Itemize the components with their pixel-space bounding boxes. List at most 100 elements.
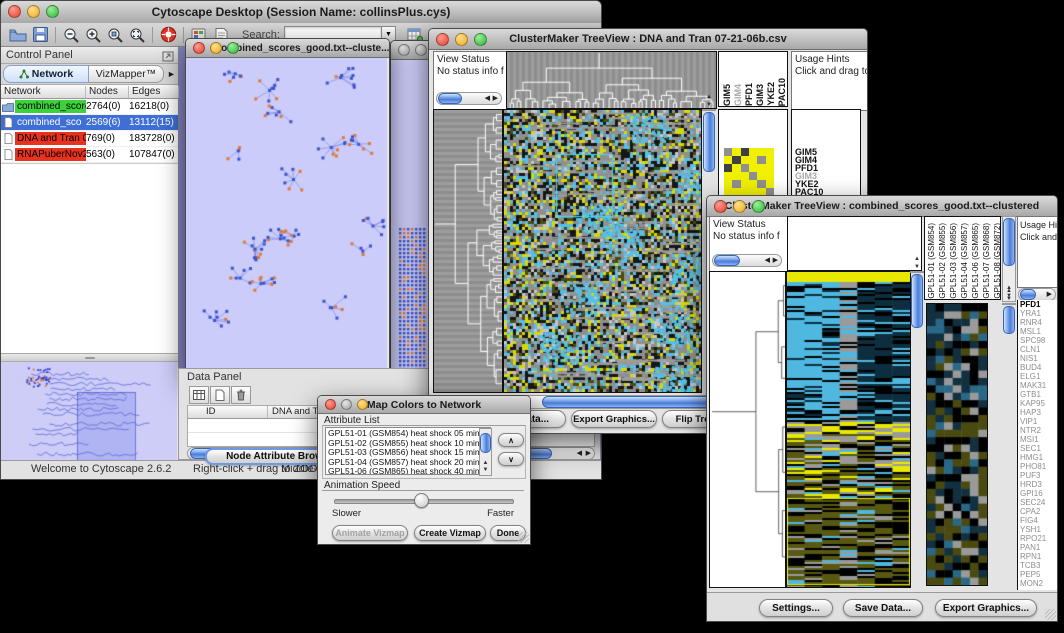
gene-label[interactable]: CPA2: [1020, 507, 1058, 516]
close-button[interactable]: [714, 200, 727, 213]
column-label[interactable]: PFD1: [744, 83, 754, 106]
attribute-list-scrollbar[interactable]: ▲ ▼: [479, 428, 492, 476]
tab-overflow-button[interactable]: ►: [167, 69, 176, 79]
gene-label[interactable]: ELG1: [1020, 372, 1058, 381]
tv2-heatmap-vscrollbar[interactable]: ▲ ▼: [910, 271, 924, 273]
column-label[interactable]: GPL51-07 (GSM868): [982, 223, 991, 299]
column-label[interactable]: GIM3: [755, 84, 765, 106]
birdseye-view[interactable]: [1, 362, 177, 464]
tv1-view-status-scrollbar[interactable]: ◀ ▶: [436, 92, 502, 105]
gene-label[interactable]: GPI16: [1020, 489, 1058, 498]
zoom-button[interactable]: [227, 42, 239, 54]
gene-label[interactable]: MSL1: [1020, 327, 1058, 336]
gene-label[interactable]: KAP95: [1020, 399, 1058, 408]
network-list-row[interactable]: combined_scores2764(0)16218(0): [1, 99, 178, 115]
minimize-button[interactable]: [27, 5, 40, 18]
gene-label[interactable]: HRD3: [1020, 480, 1058, 489]
close-button[interactable]: [325, 399, 336, 410]
gene-label[interactable]: PAN1: [1020, 543, 1058, 552]
gene-label[interactable]: RPO21: [1020, 534, 1058, 543]
gene-label[interactable]: PEP5: [1020, 570, 1058, 579]
panel-divider[interactable]: [1, 353, 178, 362]
gene-label[interactable]: PFD1: [1020, 300, 1058, 309]
table-grid-icon[interactable]: [189, 386, 209, 404]
tv2-view-status-scrollbar[interactable]: ◀ ▶: [712, 254, 782, 267]
tab-network[interactable]: Network: [3, 65, 89, 83]
tv1-export-graphics-button[interactable]: Export Graphics...: [571, 410, 657, 428]
minimize-button[interactable]: [415, 44, 427, 56]
gene-label[interactable]: BUD4: [1020, 363, 1058, 372]
window-controls[interactable]: [714, 200, 765, 213]
tv1-column-dendrogram[interactable]: [506, 51, 717, 109]
column-label[interactable]: GIM5: [722, 84, 732, 106]
network-list-row[interactable]: RNAPuberNov2+563(0)107847(0): [1, 147, 178, 163]
close-button[interactable]: [398, 44, 410, 56]
gene-label[interactable]: FIG4: [1020, 516, 1058, 525]
zoom-button[interactable]: [752, 200, 765, 213]
zoom-button[interactable]: [46, 5, 59, 18]
gene-label[interactable]: PHO81: [1020, 462, 1058, 471]
column-label[interactable]: GPL51-04 (GSM857): [960, 223, 969, 299]
gene-label[interactable]: SEC1: [1020, 444, 1058, 453]
speed-slider-thumb[interactable]: [414, 493, 429, 508]
window-controls[interactable]: [325, 399, 368, 410]
window-controls[interactable]: [193, 42, 239, 54]
gene-label[interactable]: TCB3: [1020, 561, 1058, 570]
gene-label[interactable]: MSI1: [1020, 435, 1058, 444]
move-up-button[interactable]: ∧: [498, 433, 524, 447]
gene-label[interactable]: NIS1: [1020, 354, 1058, 363]
tv1-zoom-matrix[interactable]: [724, 148, 774, 196]
delete-attribute-icon[interactable]: [231, 386, 251, 404]
minimize-button[interactable]: [733, 200, 746, 213]
dialog-titlebar[interactable]: Map Colors to Network: [318, 396, 530, 414]
window-controls[interactable]: [436, 33, 487, 46]
gene-label[interactable]: YSH1: [1020, 525, 1058, 534]
gene-label[interactable]: MON2: [1020, 579, 1058, 588]
close-button[interactable]: [8, 5, 21, 18]
zoom-button[interactable]: [357, 399, 368, 410]
tv2-top-dendrogram-area[interactable]: [787, 216, 922, 271]
gene-label[interactable]: CLN1: [1020, 345, 1058, 354]
window-controls[interactable]: [8, 5, 59, 18]
minimize-button[interactable]: [341, 399, 352, 410]
resize-grip[interactable]: [518, 532, 529, 543]
move-down-button[interactable]: ∨: [498, 452, 524, 466]
tv2-settings-button[interactable]: Settings...: [759, 599, 833, 617]
network-canvas-1[interactable]: [186, 58, 387, 375]
minimize-button[interactable]: [455, 33, 468, 46]
treeview2-titlebar[interactable]: ClusterMaker TreeView : combined_scores_…: [707, 196, 1057, 217]
tv1-heatmap[interactable]: [503, 109, 702, 393]
zoom-fit-icon[interactable]: [126, 25, 148, 45]
gene-label[interactable]: SPC98: [1020, 336, 1058, 345]
tv2-heatmap[interactable]: [786, 271, 911, 588]
gene-label[interactable]: PUF3: [1020, 471, 1058, 480]
column-label[interactable]: GPL51-06 (GSM865): [971, 223, 980, 299]
tv2-zoom-vscrollbar[interactable]: ▲ ▼: [1002, 303, 1016, 305]
column-label[interactable]: YKE2: [766, 82, 776, 106]
gene-label[interactable]: VIP1: [1020, 417, 1058, 426]
column-label[interactable]: GPL51-08 (GSM872): [993, 223, 1001, 299]
tv2-save-data-button[interactable]: Save Data...: [843, 599, 923, 617]
open-session-icon[interactable]: [7, 25, 29, 45]
zoom-button[interactable]: [474, 33, 487, 46]
save-session-icon[interactable]: [29, 25, 51, 45]
tv1-gene-dendrogram[interactable]: [433, 109, 503, 393]
tv2-gene-dendrogram[interactable]: [709, 271, 786, 588]
gene-label[interactable]: YRA1: [1020, 309, 1058, 318]
attribute-item[interactable]: GPL51-06 (GSM865) heat shock 40 min: [328, 467, 490, 475]
create-vizmap-button[interactable]: Create Vizmap: [414, 525, 486, 541]
zoom-in-icon[interactable]: [82, 25, 104, 45]
network-list-row[interactable]: DNA and Tran 07769(0)183728(0): [1, 131, 178, 147]
main-titlebar[interactable]: Cytoscape Desktop (Session Name: collins…: [1, 1, 601, 24]
gene-label[interactable]: HAP3: [1020, 408, 1058, 417]
tv1-heatmap-vscrollbar[interactable]: ▲ ▼: [702, 109, 716, 111]
help-icon[interactable]: [157, 25, 179, 45]
tv2-export-graphics-button[interactable]: Export Graphics...: [935, 599, 1037, 617]
network-window-1-titlebar[interactable]: combined_scores_good.txt--cluste...: [186, 39, 389, 58]
gene-label[interactable]: RPN1: [1020, 552, 1058, 561]
close-button[interactable]: [193, 42, 205, 54]
gene-label[interactable]: NTR2: [1020, 426, 1058, 435]
gene-label[interactable]: HMG1: [1020, 453, 1058, 462]
column-label[interactable]: GPL51-03 (GSM856): [949, 223, 958, 299]
treeview1-titlebar[interactable]: ClusterMaker TreeView : DNA and Tran 07-…: [429, 29, 867, 50]
